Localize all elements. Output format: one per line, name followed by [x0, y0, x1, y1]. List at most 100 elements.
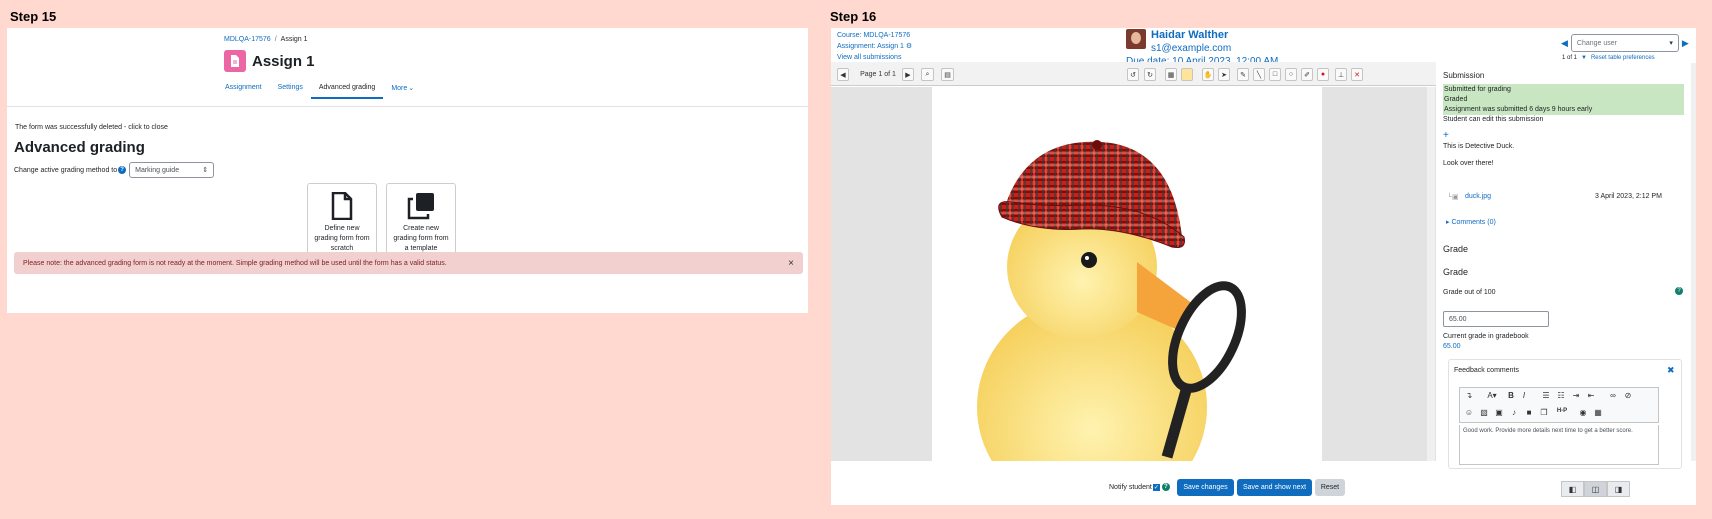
define-new-form-card[interactable]: Define new grading form from scratch	[307, 183, 377, 263]
reset-table-preferences-link[interactable]: Reset table preferences	[1591, 55, 1655, 61]
layout-toggle: ◧ ◫ ◨	[1561, 481, 1630, 497]
change-user-select[interactable]: Change user ▾	[1570, 34, 1679, 52]
create-from-template-card[interactable]: Create new grading form from a template	[386, 183, 456, 263]
tab-more[interactable]: More⌄	[383, 84, 422, 99]
media-icon[interactable]: ▣	[1493, 408, 1505, 417]
card-line: Create new	[403, 225, 439, 232]
next-page-icon[interactable]: ▶	[902, 68, 914, 81]
editor-toolbar: ↴ A▾ B I ☰ ☷ ⇥ ⇤ ∞ ⊘ ☺ ▧ ▣ ♪ ■ ❐ H-P ◉ ▦	[1459, 387, 1659, 423]
expand-plus-icon[interactable]: +	[1443, 130, 1449, 141]
collapse-review-panel-icon[interactable]: ◧	[1561, 481, 1584, 497]
help-icon[interactable]: ?	[1161, 483, 1170, 491]
font-size-icon[interactable]: A▾	[1483, 391, 1501, 400]
oval-icon[interactable]: ○	[1285, 68, 1297, 81]
user-name-link[interactable]: Haidar Walther	[1151, 29, 1228, 41]
microphone-icon[interactable]: ♪	[1508, 408, 1520, 417]
annotation-colour-icon[interactable]: ●	[1317, 68, 1329, 81]
save-changes-button[interactable]: Save changes	[1177, 479, 1234, 496]
outdent-icon[interactable]: ⇤	[1585, 391, 1597, 400]
course-link[interactable]: Course: MDLQA-17576	[837, 32, 910, 39]
gradebook-value-link[interactable]: 65.00	[1443, 343, 1461, 350]
tab-more-label: More	[391, 85, 408, 92]
grade-input[interactable]: 65.00	[1443, 311, 1549, 327]
pdf-viewer[interactable]	[831, 87, 1436, 461]
collapse-grade-panel-icon[interactable]: ◨	[1607, 481, 1630, 497]
step-15-label: Step 15	[10, 9, 57, 24]
help-icon[interactable]: ?	[1675, 287, 1683, 295]
assignment-link[interactable]: Assignment: Assign 1	[837, 43, 904, 50]
video-icon[interactable]: ■	[1523, 408, 1535, 417]
grading-method-select[interactable]: Marking guide ⇕	[129, 162, 215, 178]
image-icon[interactable]: ▧	[1478, 408, 1490, 417]
search-comments-icon[interactable]: ⌕	[921, 68, 934, 81]
page-indicator[interactable]: Page 1 of 1	[853, 68, 903, 81]
advanced-grading-heading: Advanced grading	[14, 139, 145, 156]
copy-icon	[407, 193, 434, 220]
comment-colour-icon[interactable]	[1181, 68, 1193, 81]
line-icon[interactable]: ╲	[1253, 68, 1265, 81]
filter-icon[interactable]: ▼	[1581, 55, 1587, 61]
user-email: s1@example.com	[1151, 43, 1232, 54]
pan-icon[interactable]: ✋	[1202, 68, 1214, 81]
close-icon[interactable]: ×	[788, 258, 794, 269]
select-icon[interactable]: ➤	[1218, 68, 1230, 81]
indent-icon[interactable]: ⇥	[1570, 391, 1582, 400]
highlight-icon[interactable]: ✐	[1301, 68, 1313, 81]
file-link[interactable]: duck.jpg	[1465, 193, 1491, 200]
toolbar-toggle-icon[interactable]: ↴	[1463, 391, 1475, 400]
comments-toggle[interactable]: ▸ Comments (0)	[1446, 218, 1496, 226]
change-user-placeholder: Change user	[1576, 39, 1618, 47]
rotate-right-icon[interactable]: ↻	[1144, 68, 1156, 81]
next-user-icon[interactable]: ▶	[1682, 38, 1689, 49]
tab-assignment[interactable]: Assignment	[217, 84, 270, 99]
unlink-icon[interactable]: ⊘	[1622, 391, 1634, 400]
italic-icon[interactable]: I	[1518, 391, 1530, 400]
chevron-down-icon: ⌄	[408, 85, 415, 92]
feedback-comments-box: Feedback comments ✖ ↴ A▾ B I ☰ ☷ ⇥ ⇤ ∞ ⊘…	[1448, 359, 1682, 469]
view-all-submissions-link[interactable]: View all submissions	[837, 54, 901, 61]
feedback-title: Feedback comments	[1454, 367, 1519, 374]
emoji-icon[interactable]: ☺	[1463, 408, 1475, 417]
step-16-label: Step 16	[830, 9, 877, 24]
tab-advanced-grading[interactable]: Advanced grading	[310, 84, 384, 99]
stamp-colour-icon[interactable]: ✕	[1351, 68, 1363, 81]
previous-page-icon[interactable]: ◀	[837, 68, 849, 81]
previous-user-icon[interactable]: ◀	[1561, 38, 1568, 49]
bullet-list-icon[interactable]: ☰	[1540, 391, 1552, 400]
bold-icon[interactable]: B	[1505, 391, 1517, 400]
panel-scrollbar[interactable]	[1691, 63, 1696, 461]
select-arrows-icon: ⇕	[202, 167, 209, 174]
breadcrumb-current: Assign 1	[280, 36, 308, 43]
copy-icon[interactable]: ❐	[1538, 408, 1550, 417]
success-notice[interactable]: The form was successfully deleted - clic…	[15, 124, 168, 131]
submission-heading: Submission	[1443, 71, 1485, 80]
card-line: grading form from	[314, 235, 370, 242]
feedback-editor[interactable]: Good work. Provide more details next tim…	[1459, 425, 1659, 465]
rotate-left-icon[interactable]: ↺	[1127, 68, 1139, 81]
expand-comments-icon[interactable]: ▤	[941, 68, 954, 81]
breadcrumb-course-link[interactable]: MDLQA-17576	[224, 36, 271, 43]
link-icon[interactable]: ∞	[1607, 391, 1619, 400]
stamp-icon[interactable]: ⊥	[1335, 68, 1347, 81]
default-layout-icon[interactable]: ◫	[1584, 481, 1607, 497]
caret-right-icon: ▸	[1446, 219, 1450, 226]
status-line: Assignment was submitted 6 days 9 hours …	[1443, 104, 1684, 115]
file-date: 3 April 2023, 2:12 PM	[1595, 193, 1662, 200]
notify-checkbox[interactable]: ✓	[1152, 483, 1160, 491]
tab-settings[interactable]: Settings	[270, 84, 311, 99]
reset-button[interactable]: Reset	[1315, 479, 1345, 496]
viewer-vertical-scrollbar[interactable]	[1427, 87, 1435, 461]
h5p-icon[interactable]: H-P	[1554, 408, 1570, 414]
collapse-icon[interactable]: ✖	[1667, 365, 1675, 376]
help-icon[interactable]: ?	[118, 166, 127, 174]
gear-icon[interactable]: ⚙	[906, 43, 912, 50]
caret-down-icon: ▾	[1669, 40, 1673, 47]
accessibility-icon[interactable]: ◉	[1577, 408, 1589, 417]
comment-icon[interactable]: ▦	[1165, 68, 1177, 81]
gradebook-label: Current grade in gradebook	[1443, 333, 1529, 340]
rectangle-icon[interactable]: □	[1269, 68, 1281, 81]
save-and-show-next-button[interactable]: Save and show next	[1237, 479, 1312, 496]
pen-icon[interactable]: ✎	[1237, 68, 1249, 81]
table-icon[interactable]: ▦	[1592, 408, 1604, 417]
numbered-list-icon[interactable]: ☷	[1555, 391, 1567, 400]
